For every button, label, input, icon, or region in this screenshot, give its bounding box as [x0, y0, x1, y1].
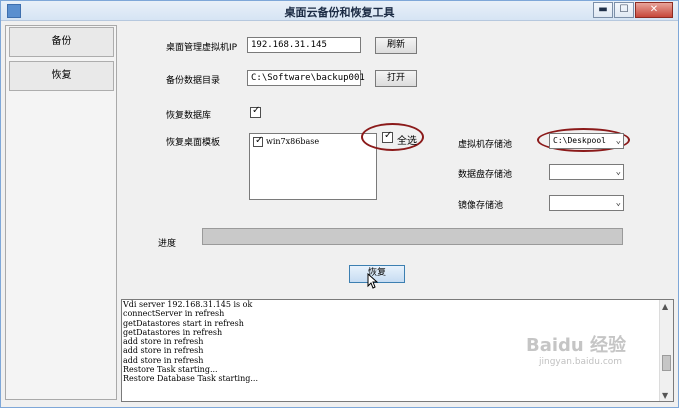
scroll-up-icon[interactable]: ▲ — [662, 302, 668, 311]
sidebar-item-backup[interactable]: 备份 — [9, 27, 114, 57]
check-icon: ✓ — [255, 135, 264, 146]
mouse-cursor-icon — [367, 272, 379, 289]
close-button[interactable]: ✕ — [635, 2, 673, 18]
window-title: 桌面云备份和恢复工具 — [284, 6, 395, 19]
refresh-button[interactable]: 刷新 — [375, 37, 417, 54]
scroll-thumb[interactable] — [662, 355, 671, 371]
sidebar: 备份 恢复 — [5, 25, 117, 400]
check-icon: ✓ — [252, 105, 261, 116]
title-bar[interactable]: 桌面云备份和恢复工具 ▬ ☐ ✕ — [1, 1, 678, 21]
watermark-url: jingyan.baidu.com — [539, 357, 623, 367]
list-item[interactable]: ✓ win7x86base — [252, 135, 372, 148]
watermark-logo: Baidu 经验 — [526, 335, 627, 356]
chevron-down-icon: ⌄ — [615, 198, 621, 208]
minimize-button[interactable]: ▬ — [593, 2, 613, 18]
select-all-label: 全选 — [397, 136, 417, 147]
backup-dir-input[interactable]: C:\Software\backup001 — [247, 70, 365, 86]
data-storage-select[interactable]: ⌄ — [549, 164, 624, 180]
vm-storage-label: 虚拟机存储池 — [458, 140, 513, 150]
check-icon: ✓ — [384, 130, 393, 141]
data-storage-label: 数据盘存储池 — [458, 170, 513, 180]
restore-db-label: 恢复数据库 — [166, 111, 212, 121]
progress-label: 进度 — [158, 239, 177, 249]
select-all-checkbox[interactable]: ✓ — [382, 130, 393, 143]
open-button[interactable]: 打开 — [375, 70, 417, 87]
vm-storage-value: C:\Deskpool — [553, 136, 606, 145]
scroll-down-icon[interactable]: ▼ — [662, 391, 668, 400]
template-listbox[interactable]: ✓ win7x86base — [249, 133, 377, 200]
sidebar-item-restore[interactable]: 恢复 — [9, 61, 114, 91]
backup-dir-label: 备份数据目录 — [166, 76, 221, 86]
vm-ip-label: 桌面管理虚拟机IP — [166, 43, 238, 53]
log-line: Vdi server 192.168.31.145 is ok — [123, 300, 253, 309]
restore-template-label: 恢复桌面模板 — [166, 138, 221, 148]
log-scrollbar[interactable]: ▲ ▼ — [659, 300, 673, 401]
progress-bar — [202, 228, 623, 245]
vm-ip-input[interactable]: 192.168.31.145 — [247, 37, 361, 53]
template-item-label: win7x86base — [266, 137, 320, 146]
log-line: Restore Database Task starting... — [123, 374, 259, 384]
restore-panel: 桌面管理虚拟机IP 192.168.31.145 刷新 备份数据目录 C:\So… — [121, 25, 673, 296]
chevron-down-icon: ⌄ — [615, 136, 621, 146]
log-line: getDatastores start in refresh — [123, 318, 244, 328]
template-item-checkbox[interactable]: ✓ — [253, 135, 264, 147]
vm-storage-select[interactable]: C:\Deskpool ⌄ — [549, 133, 624, 149]
restore-db-checkbox[interactable]: ✓ — [250, 105, 261, 118]
image-storage-label: 镜像存储池 — [458, 201, 504, 211]
app-window: 桌面云备份和恢复工具 ▬ ☐ ✕ 备份 恢复 桌面管理虚拟机IP 192.168… — [0, 0, 679, 408]
maximize-button[interactable]: ☐ — [614, 2, 634, 18]
image-storage-select[interactable]: ⌄ — [549, 195, 624, 211]
chevron-down-icon: ⌄ — [615, 167, 621, 177]
log-line: connectServer in refresh — [123, 309, 225, 319]
